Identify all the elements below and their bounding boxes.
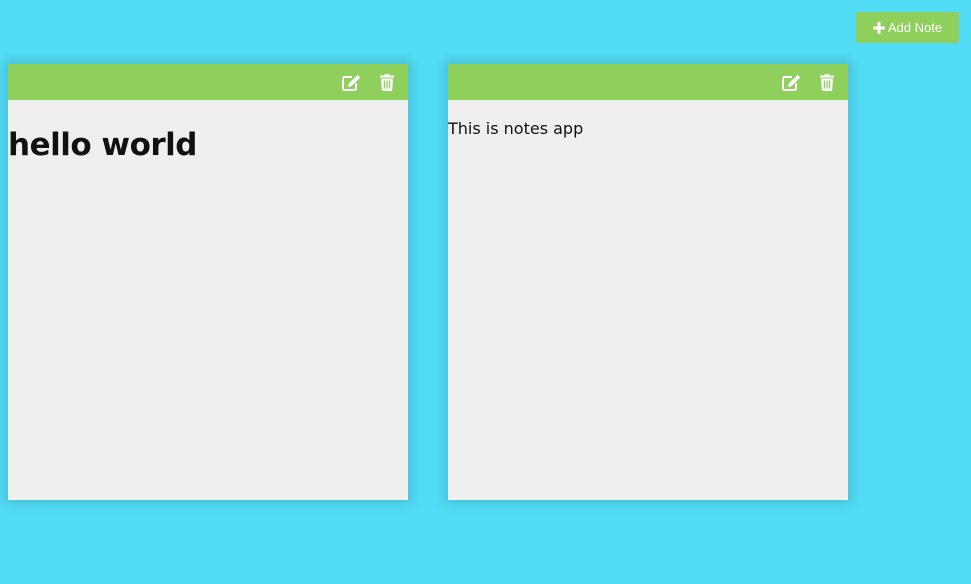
note-card: This is notes app [448, 64, 848, 500]
note-card: hello world [8, 64, 408, 500]
add-note-button[interactable]: Add Note [856, 12, 959, 43]
note-content: hello world [8, 127, 197, 163]
note-body[interactable]: This is notes app [448, 100, 848, 139]
trash-icon[interactable] [377, 72, 397, 92]
add-note-label: Add Note [887, 20, 943, 35]
edit-icon[interactable] [341, 72, 361, 92]
note-body[interactable]: hello world [8, 100, 408, 163]
note-content: This is notes app [448, 119, 584, 138]
note-toolbar [8, 64, 408, 100]
trash-icon[interactable] [817, 72, 837, 92]
edit-icon[interactable] [781, 72, 801, 92]
plus-icon [872, 21, 885, 34]
note-toolbar [448, 64, 848, 100]
